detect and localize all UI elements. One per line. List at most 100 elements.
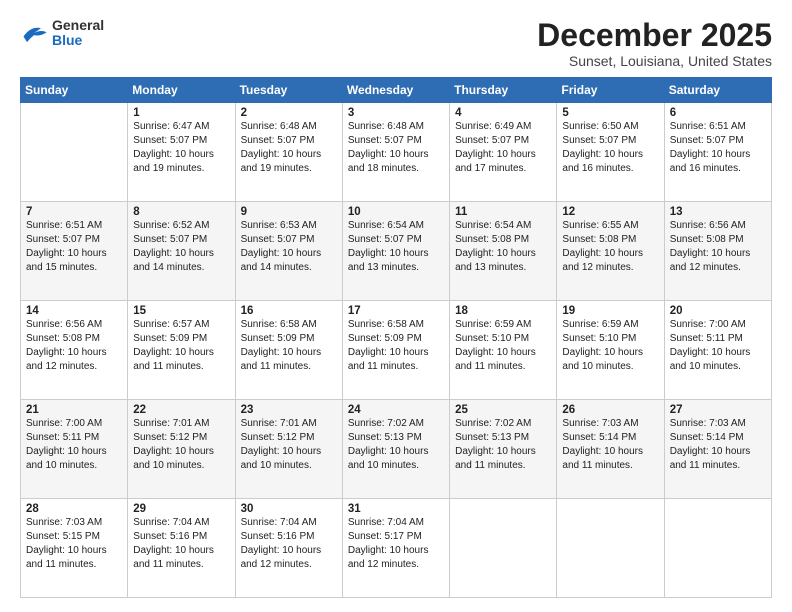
cell-content-13: Sunrise: 6:56 AM Sunset: 5:08 PM Dayligh… xyxy=(670,219,766,275)
day-number-10: 10 xyxy=(348,206,444,218)
calendar-cell-w4-d7: 27Sunrise: 7:03 AM Sunset: 5:14 PM Dayli… xyxy=(664,400,771,499)
day-number-26: 26 xyxy=(562,404,658,416)
calendar-cell-w2-d7: 13Sunrise: 6:56 AM Sunset: 5:08 PM Dayli… xyxy=(664,202,771,301)
cell-content-14: Sunrise: 6:56 AM Sunset: 5:08 PM Dayligh… xyxy=(26,318,122,374)
day-number-22: 22 xyxy=(133,404,229,416)
calendar-week-1: 1Sunrise: 6:47 AM Sunset: 5:07 PM Daylig… xyxy=(21,103,772,202)
col-tuesday: Tuesday xyxy=(235,78,342,103)
cell-content-28: Sunrise: 7:03 AM Sunset: 5:15 PM Dayligh… xyxy=(26,516,122,572)
cell-content-3: Sunrise: 6:48 AM Sunset: 5:07 PM Dayligh… xyxy=(348,120,444,176)
day-number-6: 6 xyxy=(670,107,766,119)
day-number-20: 20 xyxy=(670,305,766,317)
day-number-23: 23 xyxy=(241,404,337,416)
cell-content-25: Sunrise: 7:02 AM Sunset: 5:13 PM Dayligh… xyxy=(455,417,551,473)
calendar-cell-w2-d5: 11Sunrise: 6:54 AM Sunset: 5:08 PM Dayli… xyxy=(450,202,557,301)
day-number-8: 8 xyxy=(133,206,229,218)
cell-content-29: Sunrise: 7:04 AM Sunset: 5:16 PM Dayligh… xyxy=(133,516,229,572)
col-saturday: Saturday xyxy=(664,78,771,103)
day-number-4: 4 xyxy=(455,107,551,119)
day-number-24: 24 xyxy=(348,404,444,416)
day-number-28: 28 xyxy=(26,503,122,515)
day-number-19: 19 xyxy=(562,305,658,317)
calendar-header-row: Sunday Monday Tuesday Wednesday Thursday… xyxy=(21,78,772,103)
cell-content-1: Sunrise: 6:47 AM Sunset: 5:07 PM Dayligh… xyxy=(133,120,229,176)
cell-content-17: Sunrise: 6:58 AM Sunset: 5:09 PM Dayligh… xyxy=(348,318,444,374)
day-number-3: 3 xyxy=(348,107,444,119)
calendar-cell-w2-d4: 10Sunrise: 6:54 AM Sunset: 5:07 PM Dayli… xyxy=(342,202,449,301)
calendar-table: Sunday Monday Tuesday Wednesday Thursday… xyxy=(20,77,772,598)
cell-content-9: Sunrise: 6:53 AM Sunset: 5:07 PM Dayligh… xyxy=(241,219,337,275)
calendar-cell-w4-d5: 25Sunrise: 7:02 AM Sunset: 5:13 PM Dayli… xyxy=(450,400,557,499)
logo-blue-text: Blue xyxy=(52,33,104,48)
calendar-cell-w2-d1: 7Sunrise: 6:51 AM Sunset: 5:07 PM Daylig… xyxy=(21,202,128,301)
calendar-cell-w1-d5: 4Sunrise: 6:49 AM Sunset: 5:07 PM Daylig… xyxy=(450,103,557,202)
calendar-cell-w1-d2: 1Sunrise: 6:47 AM Sunset: 5:07 PM Daylig… xyxy=(128,103,235,202)
cell-content-16: Sunrise: 6:58 AM Sunset: 5:09 PM Dayligh… xyxy=(241,318,337,374)
calendar-week-2: 7Sunrise: 6:51 AM Sunset: 5:07 PM Daylig… xyxy=(21,202,772,301)
calendar-cell-w5-d3: 30Sunrise: 7:04 AM Sunset: 5:16 PM Dayli… xyxy=(235,499,342,598)
cell-content-22: Sunrise: 7:01 AM Sunset: 5:12 PM Dayligh… xyxy=(133,417,229,473)
cell-content-10: Sunrise: 6:54 AM Sunset: 5:07 PM Dayligh… xyxy=(348,219,444,275)
calendar-cell-w3-d3: 16Sunrise: 6:58 AM Sunset: 5:09 PM Dayli… xyxy=(235,301,342,400)
day-number-9: 9 xyxy=(241,206,337,218)
day-number-29: 29 xyxy=(133,503,229,515)
cell-content-23: Sunrise: 7:01 AM Sunset: 5:12 PM Dayligh… xyxy=(241,417,337,473)
calendar-cell-w3-d6: 19Sunrise: 6:59 AM Sunset: 5:10 PM Dayli… xyxy=(557,301,664,400)
day-number-17: 17 xyxy=(348,305,444,317)
day-number-12: 12 xyxy=(562,206,658,218)
calendar-cell-w3-d7: 20Sunrise: 7:00 AM Sunset: 5:11 PM Dayli… xyxy=(664,301,771,400)
calendar-cell-w3-d2: 15Sunrise: 6:57 AM Sunset: 5:09 PM Dayli… xyxy=(128,301,235,400)
day-number-2: 2 xyxy=(241,107,337,119)
cell-content-5: Sunrise: 6:50 AM Sunset: 5:07 PM Dayligh… xyxy=(562,120,658,176)
cell-content-2: Sunrise: 6:48 AM Sunset: 5:07 PM Dayligh… xyxy=(241,120,337,176)
cell-content-31: Sunrise: 7:04 AM Sunset: 5:17 PM Dayligh… xyxy=(348,516,444,572)
title-block: December 2025 Sunset, Louisiana, United … xyxy=(537,18,772,69)
logo-text: General Blue xyxy=(52,18,104,49)
calendar-cell-w1-d4: 3Sunrise: 6:48 AM Sunset: 5:07 PM Daylig… xyxy=(342,103,449,202)
calendar-cell-w4-d1: 21Sunrise: 7:00 AM Sunset: 5:11 PM Dayli… xyxy=(21,400,128,499)
cell-content-26: Sunrise: 7:03 AM Sunset: 5:14 PM Dayligh… xyxy=(562,417,658,473)
calendar-cell-w4-d6: 26Sunrise: 7:03 AM Sunset: 5:14 PM Dayli… xyxy=(557,400,664,499)
day-number-16: 16 xyxy=(241,305,337,317)
cell-content-18: Sunrise: 6:59 AM Sunset: 5:10 PM Dayligh… xyxy=(455,318,551,374)
cell-content-12: Sunrise: 6:55 AM Sunset: 5:08 PM Dayligh… xyxy=(562,219,658,275)
col-friday: Friday xyxy=(557,78,664,103)
day-number-13: 13 xyxy=(670,206,766,218)
calendar-cell-w3-d5: 18Sunrise: 6:59 AM Sunset: 5:10 PM Dayli… xyxy=(450,301,557,400)
logo-general-text: General xyxy=(52,18,104,33)
calendar-cell-w5-d7 xyxy=(664,499,771,598)
subtitle: Sunset, Louisiana, United States xyxy=(537,53,772,69)
calendar-week-3: 14Sunrise: 6:56 AM Sunset: 5:08 PM Dayli… xyxy=(21,301,772,400)
calendar-cell-w2-d3: 9Sunrise: 6:53 AM Sunset: 5:07 PM Daylig… xyxy=(235,202,342,301)
main-title: December 2025 xyxy=(537,18,772,53)
day-number-15: 15 xyxy=(133,305,229,317)
col-wednesday: Wednesday xyxy=(342,78,449,103)
header: General Blue December 2025 Sunset, Louis… xyxy=(20,18,772,69)
calendar-week-5: 28Sunrise: 7:03 AM Sunset: 5:15 PM Dayli… xyxy=(21,499,772,598)
col-thursday: Thursday xyxy=(450,78,557,103)
day-number-18: 18 xyxy=(455,305,551,317)
cell-content-24: Sunrise: 7:02 AM Sunset: 5:13 PM Dayligh… xyxy=(348,417,444,473)
page: General Blue December 2025 Sunset, Louis… xyxy=(0,0,792,612)
day-number-21: 21 xyxy=(26,404,122,416)
calendar-cell-w1-d3: 2Sunrise: 6:48 AM Sunset: 5:07 PM Daylig… xyxy=(235,103,342,202)
cell-content-27: Sunrise: 7:03 AM Sunset: 5:14 PM Dayligh… xyxy=(670,417,766,473)
cell-content-30: Sunrise: 7:04 AM Sunset: 5:16 PM Dayligh… xyxy=(241,516,337,572)
day-number-1: 1 xyxy=(133,107,229,119)
cell-content-4: Sunrise: 6:49 AM Sunset: 5:07 PM Dayligh… xyxy=(455,120,551,176)
calendar-cell-w5-d4: 31Sunrise: 7:04 AM Sunset: 5:17 PM Dayli… xyxy=(342,499,449,598)
cell-content-21: Sunrise: 7:00 AM Sunset: 5:11 PM Dayligh… xyxy=(26,417,122,473)
cell-content-20: Sunrise: 7:00 AM Sunset: 5:11 PM Dayligh… xyxy=(670,318,766,374)
day-number-30: 30 xyxy=(241,503,337,515)
day-number-25: 25 xyxy=(455,404,551,416)
day-number-27: 27 xyxy=(670,404,766,416)
day-number-7: 7 xyxy=(26,206,122,218)
day-number-14: 14 xyxy=(26,305,122,317)
day-number-11: 11 xyxy=(455,206,551,218)
cell-content-6: Sunrise: 6:51 AM Sunset: 5:07 PM Dayligh… xyxy=(670,120,766,176)
cell-content-7: Sunrise: 6:51 AM Sunset: 5:07 PM Dayligh… xyxy=(26,219,122,275)
calendar-cell-w5-d6 xyxy=(557,499,664,598)
calendar-cell-w2-d6: 12Sunrise: 6:55 AM Sunset: 5:08 PM Dayli… xyxy=(557,202,664,301)
calendar-cell-w4-d2: 22Sunrise: 7:01 AM Sunset: 5:12 PM Dayli… xyxy=(128,400,235,499)
calendar-cell-w1-d1 xyxy=(21,103,128,202)
